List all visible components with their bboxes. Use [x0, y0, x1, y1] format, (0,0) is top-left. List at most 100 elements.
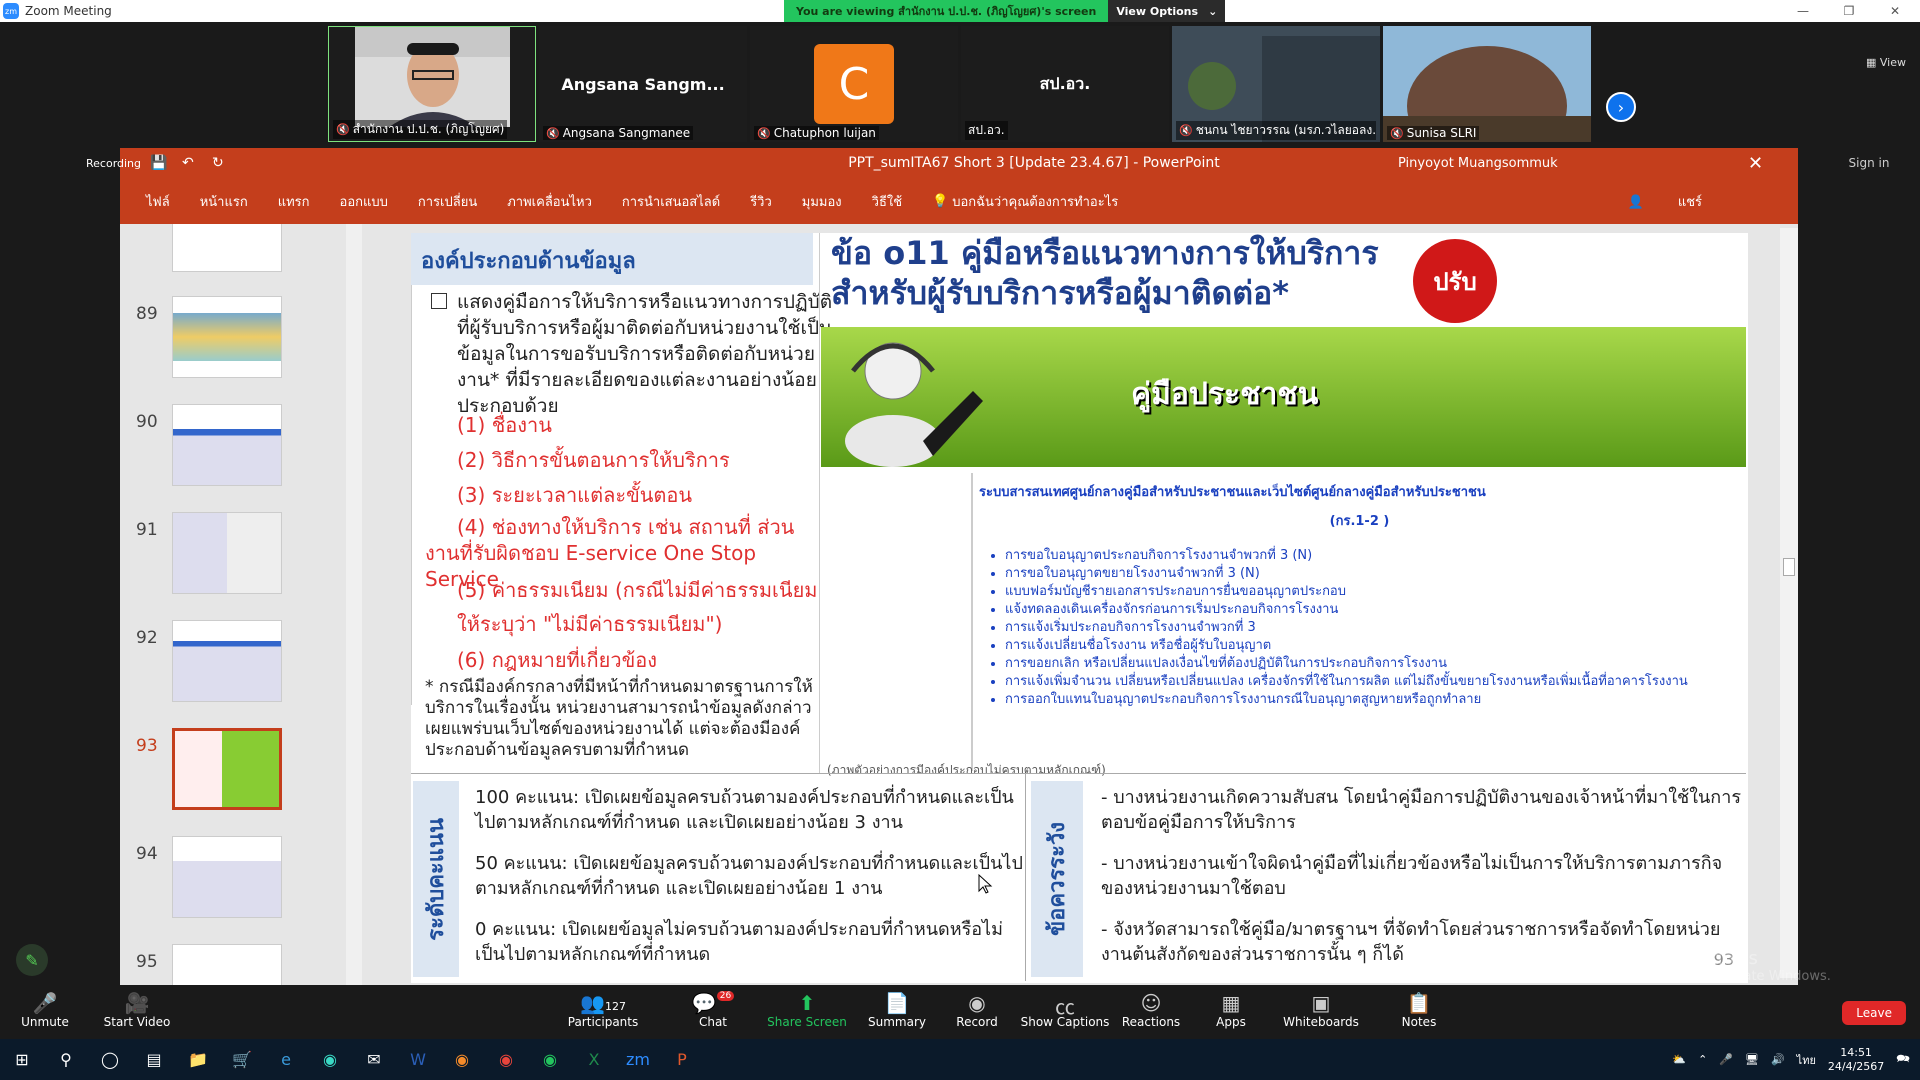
slide-scrollbar[interactable] — [1780, 228, 1798, 978]
thumbnail-image — [172, 728, 282, 810]
excel-icon[interactable]: X — [572, 1039, 616, 1080]
next-page-button[interactable]: › — [1606, 92, 1636, 122]
cortana-icon[interactable]: ◯ — [88, 1039, 132, 1080]
zoom-icon[interactable]: zm — [616, 1039, 660, 1080]
line-icon[interactable]: ◉ — [528, 1039, 572, 1080]
participants-button[interactable]: 👥127 Participants — [558, 991, 648, 1029]
video-tile[interactable]: 🔇 สำนักงาน ป.ป.ช. (ภิญโญยศ) — [328, 26, 536, 142]
file-explorer-icon[interactable]: 📁 — [176, 1039, 220, 1080]
whiteboards-button[interactable]: ▣ Whiteboards — [1276, 991, 1366, 1029]
screen-share-banner: You are viewing สำนักงาน ป.ป.ช. (ภิญโญยศ… — [784, 0, 1226, 22]
tab-transitions[interactable]: การเปลี่ยน — [418, 191, 477, 212]
volume-icon[interactable]: 🔊 — [1771, 1053, 1785, 1066]
thumbnail-scrollbar[interactable] — [346, 224, 362, 986]
score-100: 100 คะแนน: เปิดเผยข้อมูลครบถ้วนตามองค์ปร… — [475, 787, 1014, 833]
powerpoint-icon[interactable]: P — [660, 1039, 704, 1080]
firefox-icon[interactable]: ◉ — [440, 1039, 484, 1080]
list-item: การขอยกเลิก หรือเปลี่ยนแปลงเงื่อนไขที่ต้… — [1005, 655, 1746, 673]
participant-name-text: Chatuphon luijan — [773, 126, 876, 140]
redo-icon[interactable]: ↻ — [212, 155, 224, 171]
store-icon[interactable]: 🛒 — [220, 1039, 264, 1080]
column-divider — [819, 233, 820, 773]
participant-name: 🔇 Sunisa SLRI — [1387, 126, 1480, 140]
windows-start-icon[interactable]: ⊞ — [0, 1039, 44, 1080]
clock-time: 14:51 — [1840, 1045, 1872, 1059]
network-icon[interactable]: 🖥 — [1745, 1053, 1759, 1066]
unmute-label: Unmute — [21, 1015, 69, 1029]
video-tile[interactable]: สป.อว. สป.อว. — [961, 26, 1169, 142]
manual-banner-text: คู่มือประชาชน — [1131, 377, 1319, 412]
caution-1: - บางหน่วยงานเกิดความสับสน โดยนำคู่มือกา… — [1101, 787, 1741, 833]
search-icon[interactable]: ⚲ — [44, 1039, 88, 1080]
tab-review[interactable]: รีวิว — [750, 191, 772, 212]
restore-icon[interactable]: ❐ — [1826, 0, 1872, 22]
undo-icon[interactable]: ↶ — [182, 155, 194, 171]
leave-button[interactable]: Leave — [1842, 1001, 1906, 1025]
slide-thumbnail[interactable]: 91 — [120, 512, 350, 612]
video-tile[interactable]: Angsana Sangm... 🔇 Angsana Sangmanee — [539, 26, 747, 142]
slide-number: 89 — [136, 304, 158, 324]
view-button[interactable]: ▦ View — [1866, 56, 1906, 69]
video-tile[interactable]: 🔇 Sunisa SLRI — [1383, 26, 1591, 142]
slide-thumbnail[interactable]: 92 — [120, 620, 350, 720]
edge-icon[interactable]: ◉ — [308, 1039, 352, 1080]
notification-icon[interactable]: 🗪 — [1896, 1050, 1910, 1069]
mail-icon[interactable]: ✉ — [352, 1039, 396, 1080]
slide-thumbnail[interactable]: 95 — [120, 944, 350, 986]
video-tile[interactable]: C 🔇 Chatuphon luijan — [750, 26, 958, 142]
tab-view[interactable]: มุมมอง — [802, 191, 842, 212]
scrollbar-thumb[interactable] — [1783, 558, 1795, 576]
close-icon[interactable]: ✕ — [1872, 0, 1918, 22]
language-indicator[interactable]: ไทย — [1797, 1051, 1816, 1069]
annotate-icon[interactable]: ✎ — [16, 944, 48, 976]
show-captions-button[interactable]: ㏄ Show Captions — [1020, 991, 1110, 1029]
chevron-right-icon: › — [1617, 97, 1625, 117]
tab-slideshow[interactable]: การนำเสนอสไลด์ — [622, 191, 720, 212]
record-button[interactable]: ◉ Record — [932, 991, 1022, 1029]
slide-thumbnail[interactable]: 93 — [120, 728, 350, 828]
participants-label: Participants — [567, 1015, 639, 1029]
chrome-icon[interactable]: ◉ — [484, 1039, 528, 1080]
weather-icon[interactable]: ⛅ — [1672, 1053, 1686, 1066]
clock[interactable]: 14:51 24/4/2567 — [1828, 1046, 1884, 1074]
chat-button[interactable]: 💬 26 Chat — [668, 991, 758, 1029]
slide-canvas: องค์ประกอบด้านข้อมูล แสดงคู่มือการให้บริ… — [411, 233, 1748, 983]
tab-insert[interactable]: แทรก — [278, 191, 310, 212]
share-screen-button[interactable]: ⬆ Share Screen — [762, 991, 852, 1029]
tab-file[interactable]: ไฟล์ — [146, 191, 170, 212]
save-icon[interactable]: 💾 — [150, 155, 167, 171]
apps-button[interactable]: ▦ Apps — [1186, 991, 1276, 1029]
slide-thumbnail[interactable]: 94 — [120, 836, 350, 936]
video-tile[interactable]: 🔇 ชนกน ไชยาวรรณ (มรภ.วไลยอลง... — [1172, 26, 1380, 142]
mic-icon[interactable]: 🎤 — [1719, 1053, 1733, 1066]
task-view-icon[interactable]: ▤ — [132, 1039, 176, 1080]
ie-icon[interactable]: e — [264, 1039, 308, 1080]
tell-me-search[interactable]: บอกฉันว่าคุณต้องการทำอะไร — [952, 191, 1118, 212]
minimize-icon[interactable]: — — [1780, 0, 1826, 22]
ppt-titlebar: Recording 💾 ↶ ↻ PPT_sumITA67 Short 3 [Up… — [86, 148, 1798, 178]
tab-animations[interactable]: ภาพเคลื่อนไหว — [507, 191, 592, 212]
start-video-button[interactable]: 🎥 Start Video — [92, 991, 182, 1029]
close-icon[interactable]: ✕ — [1748, 153, 1763, 174]
unmute-button[interactable]: 🎤 Unmute — [0, 991, 90, 1029]
notes-button[interactable]: 📋 Notes — [1374, 991, 1464, 1029]
adjust-badge: ปรับ — [1413, 239, 1497, 323]
slide-thumbnail[interactable]: 89 — [120, 296, 350, 396]
share-button[interactable]: 👤 แชร์ — [1627, 191, 1732, 212]
whiteboard-icon: ▣ — [1311, 991, 1331, 1015]
tab-help[interactable]: วิธีใช้ — [872, 191, 902, 212]
recording-label[interactable]: Recording — [86, 157, 141, 170]
slide-thumbnail[interactable]: 90 — [120, 404, 350, 504]
item-fee: (5) ค่าธรรมเนียม (กรณีไม่มีค่าธรรมเนียม … — [457, 578, 818, 636]
tab-home[interactable]: หน้าแรก — [200, 191, 248, 212]
summary-button[interactable]: 📄 Summary — [852, 991, 942, 1029]
right-title: ข้อ o11 คู่มือหรือแนวทางการให้บริการ สำหร… — [831, 233, 1379, 313]
sign-in-link[interactable]: Sign in — [1824, 148, 1914, 178]
tab-design[interactable]: ออกแบบ — [340, 191, 388, 212]
reactions-button[interactable]: ☺ Reactions — [1106, 991, 1196, 1029]
list-item: การแจ้งเปลี่ยนชื่อโรงงาน หรือชื่อผู้รับใ… — [1005, 637, 1746, 655]
chevron-up-icon[interactable]: ⌃ — [1698, 1053, 1707, 1066]
word-icon[interactable]: W — [396, 1039, 440, 1080]
item-procedure: (2) วิธีการขั้นตอนการให้บริการ — [457, 448, 730, 472]
view-options-button[interactable]: View Options ⌄ — [1108, 0, 1226, 22]
